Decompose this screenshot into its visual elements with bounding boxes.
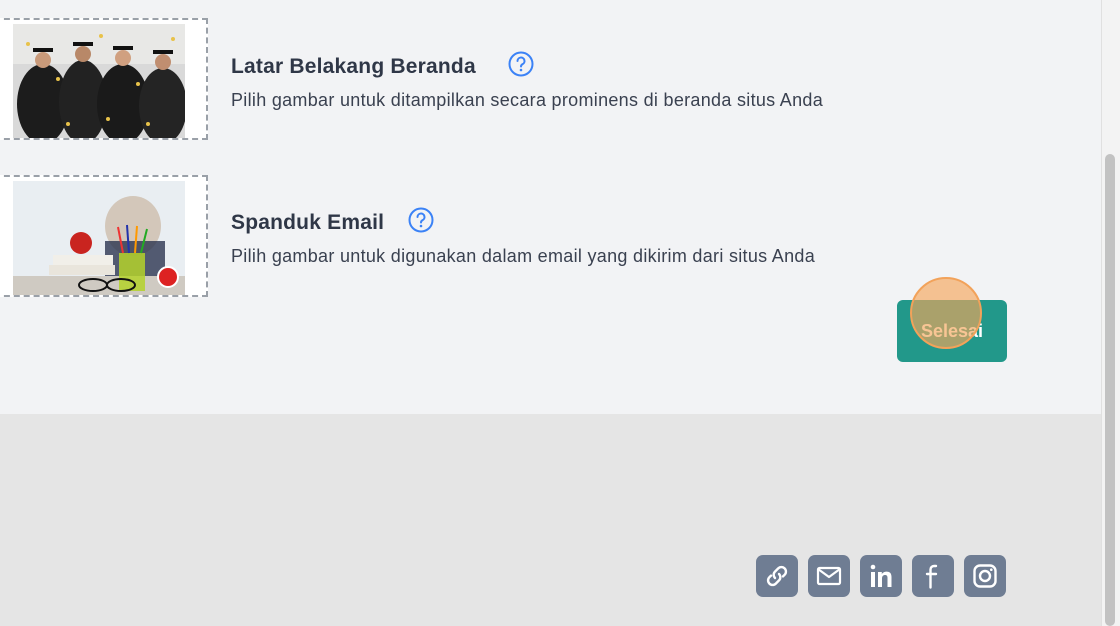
graduation-photo (13, 24, 185, 138)
email-banner-image-picker[interactable] (0, 175, 208, 297)
scrollbar-thumb[interactable] (1105, 154, 1115, 626)
email-banner-description: Pilih gambar untuk digunakan dalam email… (231, 246, 815, 266)
help-icon[interactable] (408, 207, 434, 233)
instagram-icon[interactable] (964, 555, 1006, 597)
done-button[interactable]: Selesai (897, 300, 1007, 362)
email-banner-title: Spanduk Email (231, 211, 385, 234)
homepage-background-description: Pilih gambar untuk ditampilkan secara pr… (231, 90, 824, 110)
link-icon[interactable] (756, 555, 798, 597)
facebook-icon[interactable] (912, 555, 954, 597)
student-desk-photo (13, 181, 185, 295)
mail-icon[interactable] (808, 555, 850, 597)
help-icon[interactable] (508, 51, 534, 77)
homepage-background-title: Latar Belakang Beranda (231, 55, 476, 78)
settings-panel: Latar Belakang Beranda Pilih gambar untu… (0, 0, 1101, 414)
homepage-background-image-picker[interactable] (0, 18, 208, 140)
linkedin-icon[interactable] (860, 555, 902, 597)
